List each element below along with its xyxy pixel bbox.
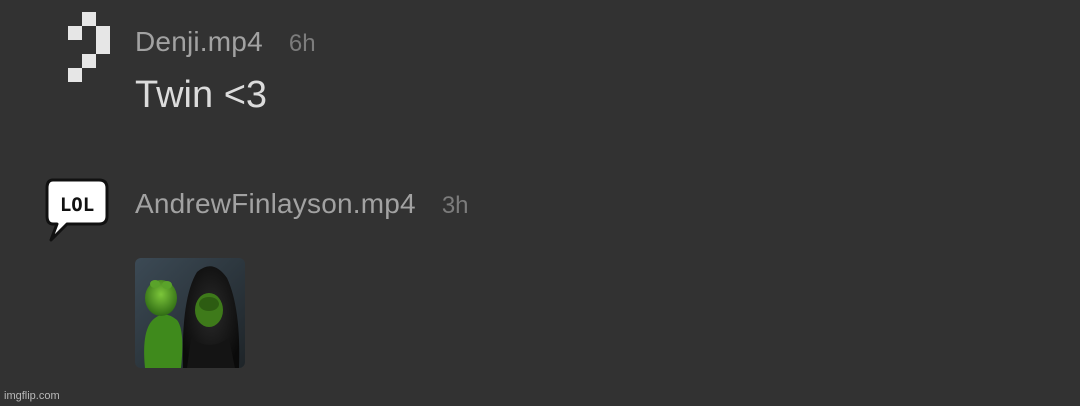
comment-meta: AndrewFinlayson.mp4 3h	[135, 188, 469, 220]
evil-kermit-meme-image[interactable]	[135, 258, 245, 368]
lol-speech-bubble-icon[interactable]: LOL	[45, 178, 109, 242]
comment-andrew: LOL AndrewFinlayson.mp4 3h	[0, 0, 1080, 406]
username[interactable]: AndrewFinlayson.mp4	[135, 188, 416, 219]
timestamp: 3h	[441, 192, 469, 219]
avatar-label: LOL	[60, 194, 94, 216]
imgflip-watermark: imgflip.com	[4, 390, 60, 402]
